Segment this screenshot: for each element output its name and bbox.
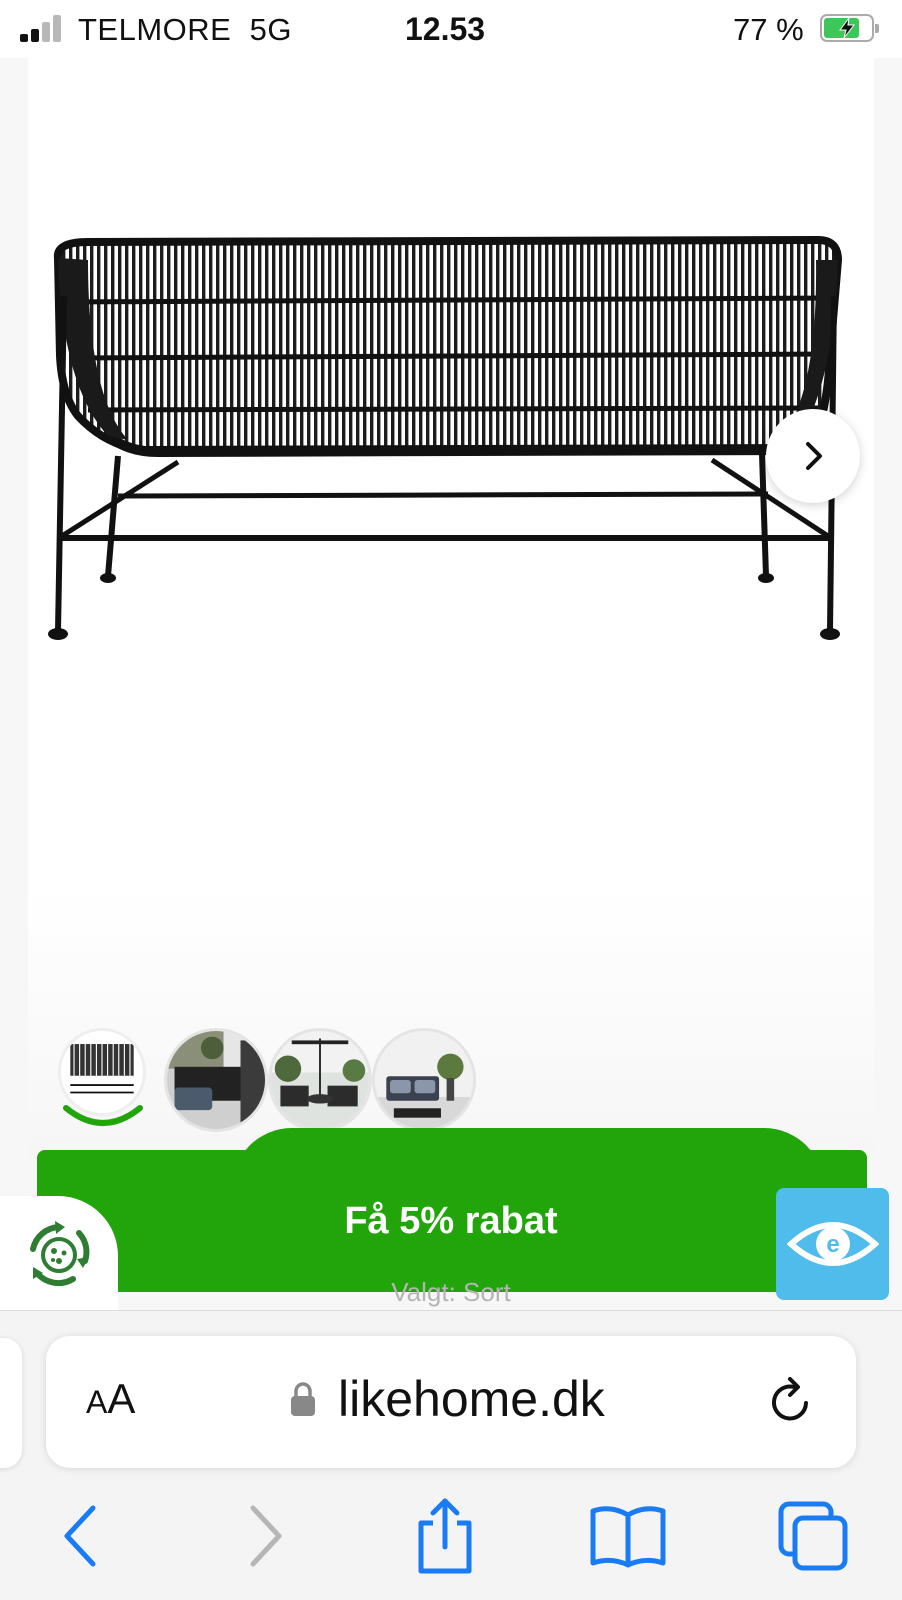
bookmarks-button[interactable] — [588, 1496, 668, 1576]
forward-button[interactable] — [230, 1496, 300, 1576]
svg-text:e: e — [826, 1231, 839, 1258]
previous-tab-card[interactable] — [0, 1338, 22, 1468]
thumbnail-lifestyle-3[interactable] — [372, 1028, 476, 1132]
back-icon — [64, 1505, 96, 1567]
tabs-icon — [778, 1501, 848, 1571]
text-size-button[interactable]: AA — [86, 1375, 135, 1423]
recycle-icon — [30, 1221, 90, 1287]
lifestyle-thumbnail-2 — [271, 1031, 369, 1129]
recycle-widget[interactable] — [0, 1196, 118, 1314]
bookmarks-icon — [590, 1506, 666, 1568]
discount-label[interactable]: Få 5% rabat — [0, 1200, 902, 1243]
charging-bolt-icon — [839, 17, 856, 39]
status-time: 12.53 — [405, 11, 486, 47]
chevron-right-icon — [806, 442, 822, 470]
e-eye-badge[interactable]: e — [776, 1188, 889, 1300]
selected-thumbnail-indicator — [63, 1105, 143, 1126]
carrier-label: TELMORE 5G — [78, 12, 292, 47]
lifestyle-thumbnail-3 — [375, 1031, 473, 1129]
status-bar: TELMORE 5G 12.53 77 % — [0, 0, 902, 58]
selected-variant-text: Valgt: Sort — [391, 1277, 511, 1307]
battery-icon — [820, 14, 879, 42]
thumbnail-lifestyle-2[interactable] — [268, 1028, 372, 1132]
share-icon — [418, 1498, 472, 1574]
lock-icon — [291, 1382, 315, 1416]
forward-icon — [250, 1505, 282, 1567]
rattan-sofa-image[interactable] — [48, 236, 860, 658]
battery-percent: 77 % — [733, 12, 804, 47]
next-image-button[interactable] — [766, 409, 860, 503]
back-button[interactable] — [46, 1496, 116, 1576]
share-button[interactable] — [410, 1496, 480, 1576]
url-text[interactable]: likehome.dk — [338, 1370, 605, 1428]
lifestyle-thumbnail-1 — [167, 1031, 265, 1129]
tabs-button[interactable] — [776, 1496, 850, 1576]
e-eye-icon: e — [786, 1222, 879, 1266]
reload-icon[interactable] — [766, 1375, 818, 1427]
cellular-signal-icon — [20, 14, 64, 42]
thumbnail-lifestyle-1[interactable] — [164, 1028, 268, 1132]
